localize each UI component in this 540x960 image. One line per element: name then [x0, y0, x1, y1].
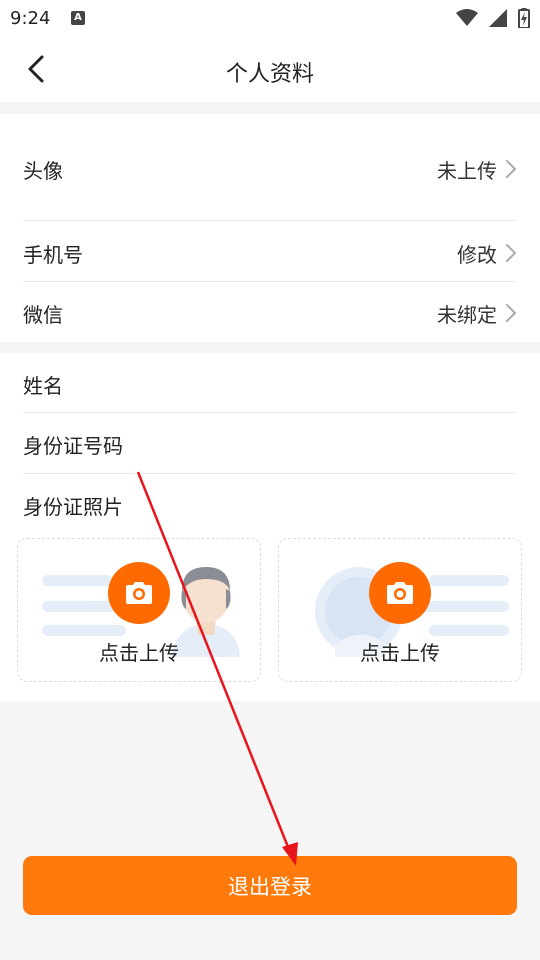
wechat-label: 微信 [23, 302, 63, 327]
camera-icon [126, 582, 152, 604]
status-icons [450, 7, 530, 29]
avatar-label: 头像 [23, 158, 63, 183]
avatar-row[interactable]: 头像 未上传 [23, 152, 517, 186]
id-front-upload-card[interactable]: 点击上传 [17, 538, 261, 682]
camera-button[interactable] [108, 562, 170, 624]
placeholder-line [429, 575, 509, 586]
upload-text: 点击上传 [360, 641, 440, 665]
divider [23, 412, 517, 413]
phone-row[interactable]: 手机号 修改 [23, 236, 517, 270]
id-number-row[interactable]: 身份证号码 [23, 427, 517, 461]
battery-icon [518, 7, 530, 28]
camera-icon [387, 582, 413, 604]
placeholder-line [429, 625, 509, 636]
chevron-right-icon [506, 244, 516, 262]
wifi-icon [455, 8, 478, 26]
avatar-value: 未上传 [437, 158, 497, 183]
id-photo-label: 身份证照片 [23, 494, 123, 519]
page-title: 个人资料 [225, 62, 314, 87]
signal-icon [488, 8, 507, 27]
divider [23, 281, 517, 282]
profile-section: 头像 未上传 手机号 修改 微信 未绑定 [0, 114, 540, 342]
id-back-upload-card[interactable]: 点击上传 [278, 538, 522, 682]
status-time: 9:24 [10, 8, 51, 29]
name-row[interactable]: 姓名 [23, 367, 517, 401]
id-number-label: 身份证号码 [23, 433, 123, 458]
placeholder-line [42, 575, 112, 586]
name-label: 姓名 [23, 373, 63, 398]
phone-value: 修改 [457, 242, 497, 267]
id-photo-row: 身份证照片 [23, 488, 517, 522]
logout-button[interactable]: 退出登录 [23, 856, 517, 915]
divider [23, 220, 517, 221]
upload-text: 点击上传 [99, 641, 179, 665]
camera-button[interactable] [369, 562, 431, 624]
placeholder-line [42, 625, 126, 636]
chevron-right-icon [506, 304, 516, 322]
notification-icon: A [71, 11, 85, 25]
status-bar: 9:24 A [0, 0, 540, 36]
chevron-right-icon [506, 160, 516, 178]
divider [23, 473, 517, 474]
wechat-value: 未绑定 [437, 302, 497, 327]
header: 个人资料 [0, 36, 540, 102]
placeholder-line [419, 601, 509, 612]
identity-section: 姓名 身份证号码 身份证照片 点击上传 点击上传 [0, 353, 540, 701]
wechat-row[interactable]: 微信 未绑定 [23, 296, 517, 330]
phone-label: 手机号 [23, 242, 83, 267]
